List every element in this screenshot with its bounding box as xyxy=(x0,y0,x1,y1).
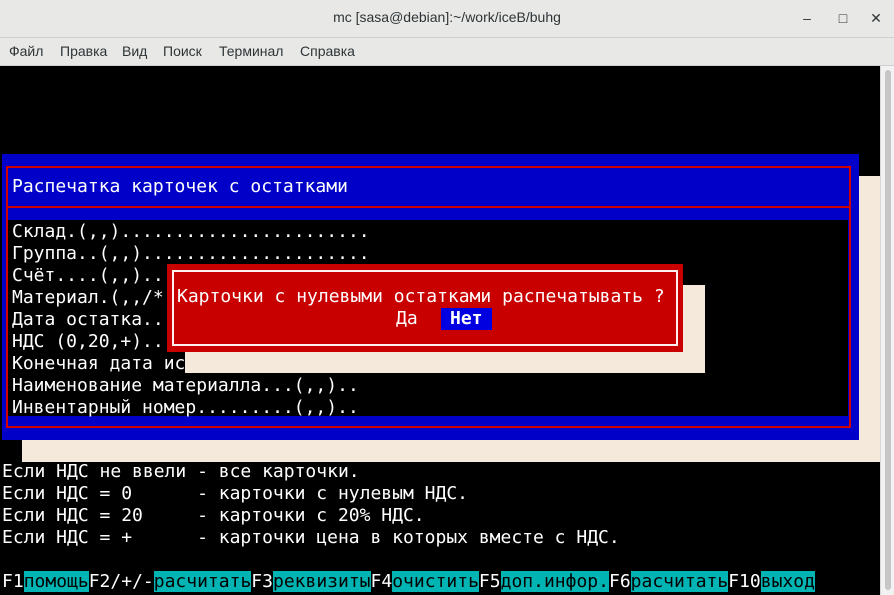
terminal-scrollbar[interactable] xyxy=(880,66,894,595)
confirm-frame xyxy=(172,270,678,346)
fkey-f4-label[interactable]: очистить xyxy=(392,571,479,592)
fkey-f6[interactable]: F6 xyxy=(609,571,631,592)
field-end-date[interactable]: Конечная дата ис xyxy=(12,353,185,375)
fkey-f2[interactable]: F2/+/- xyxy=(89,571,154,592)
field-balance-date[interactable]: Дата остатка.. xyxy=(12,309,164,331)
help-line: Если НДС = 0 - карточки с нулевым НДС. xyxy=(2,483,468,504)
fkey-f1[interactable]: F1 xyxy=(2,571,24,592)
menubar: Файл Правка Вид Поиск Терминал Справка xyxy=(0,38,894,66)
field-account[interactable]: Счёт....(,,).. xyxy=(12,265,164,287)
no-button[interactable]: Нет xyxy=(441,308,492,330)
dialog-title: Распечатка карточек с остатками xyxy=(12,176,348,197)
fkey-f6-label[interactable]: расчитать xyxy=(630,571,729,592)
menu-search[interactable]: Поиск xyxy=(163,43,202,59)
terminal-area[interactable]: Распечатка карточек с остатками Склад.(,… xyxy=(0,66,880,595)
fkey-f10[interactable]: F10 xyxy=(728,571,761,592)
field-warehouse[interactable]: Склад.(,,)....................... xyxy=(12,221,370,243)
menu-help[interactable]: Справка xyxy=(300,43,355,59)
help-line: Если НДС = 20 - карточки с 20% НДС. xyxy=(2,505,425,526)
menu-file[interactable]: Файл xyxy=(9,43,43,59)
field-material[interactable]: Материал.(,,/* xyxy=(12,287,164,309)
fkey-f1-label[interactable]: помощь xyxy=(23,571,89,592)
fkey-f5-label[interactable]: доп.инфор. xyxy=(500,571,609,592)
confirm-question: Карточки с нулевыми остатками распечатыв… xyxy=(177,286,665,307)
help-line: Если НДС не ввели - все карточки. xyxy=(2,461,360,482)
minimize-icon[interactable]: – xyxy=(797,8,817,28)
field-group[interactable]: Группа..(,,)..................... xyxy=(12,243,370,265)
help-line: Если НДС = + - карточки цена в которых в… xyxy=(2,527,620,548)
field-vat[interactable]: НДС (0,20,+).. xyxy=(12,331,164,353)
fkey-f10-label[interactable]: выход xyxy=(760,571,815,592)
maximize-icon[interactable]: □ xyxy=(833,8,853,28)
window-title: mc [sasa@debian]:~/work/iceB/buhg xyxy=(333,9,561,25)
scrollbar-thumb[interactable] xyxy=(885,70,891,590)
fkey-f3[interactable]: F3 xyxy=(251,571,273,592)
menu-terminal[interactable]: Терминал xyxy=(219,43,283,59)
fkey-f4[interactable]: F4 xyxy=(371,571,393,592)
close-icon[interactable]: ✕ xyxy=(866,8,886,28)
function-key-bar: F1помощьF2/+/-расчитатьF3реквизитыF4очис… xyxy=(2,571,815,593)
field-inventory-number[interactable]: Инвентарный номер.........(,,).. xyxy=(12,397,359,419)
yes-button[interactable]: Да xyxy=(396,308,418,330)
menu-edit[interactable]: Правка xyxy=(60,43,107,59)
dialog-shadow-bottom xyxy=(22,440,880,462)
window-titlebar: mc [sasa@debian]:~/work/iceB/buhg – □ ✕ xyxy=(0,0,894,38)
dialog-shadow-right xyxy=(859,176,880,462)
fkey-f5[interactable]: F5 xyxy=(479,571,501,592)
field-material-name[interactable]: Наименование материалла...(,,).. xyxy=(12,375,359,397)
fkey-f2-label[interactable]: расчитать xyxy=(153,571,252,592)
dialog-separator xyxy=(8,206,849,208)
menu-view[interactable]: Вид xyxy=(122,43,147,59)
fkey-f3-label[interactable]: реквизиты xyxy=(272,571,371,592)
